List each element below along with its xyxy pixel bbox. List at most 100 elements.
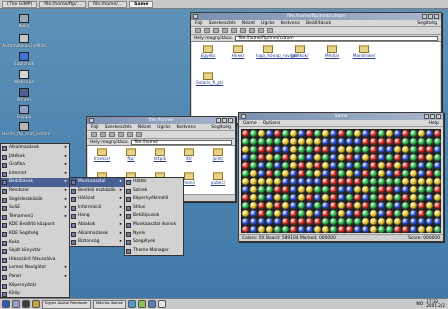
game-ball[interactable] [250,154,257,161]
game-ball[interactable] [362,154,369,161]
game-ball[interactable] [282,146,289,153]
game-ball[interactable] [290,226,297,233]
copy-icon[interactable] [240,28,246,33]
game-ball[interactable] [362,210,369,217]
reload-icon[interactable] [231,28,237,33]
game-ball[interactable] [298,226,305,233]
game-ball[interactable] [362,194,369,201]
up-icon[interactable] [195,28,201,33]
game-ball[interactable] [346,186,353,193]
menu-item[interactable]: Háttér [125,178,183,187]
game-ball[interactable] [378,218,385,225]
game-ball[interactable] [362,130,369,137]
game-ball[interactable] [354,146,361,153]
location-input[interactable]: file:/home/ftp/mnt/cdrom [235,35,438,41]
game-ball[interactable] [274,186,281,193]
game-ball[interactable] [346,226,353,233]
menu-item[interactable]: Hang ▸ [70,212,124,221]
game-ball[interactable] [370,138,377,145]
game-ball[interactable] [266,202,273,209]
menu-item[interactable]: Options [263,121,281,126]
game-ball[interactable] [274,138,281,145]
menu-item[interactable]: Fájl [195,21,203,26]
game-ball[interactable] [274,130,281,137]
menu-item[interactable]: Ablakok ▸ [70,221,124,230]
game-ball[interactable] [354,178,361,185]
game-ball[interactable] [386,170,393,177]
menu-item[interactable]: Színek [125,187,183,196]
help-menu[interactable]: Help [429,121,439,126]
game-ball[interactable] [242,178,249,185]
home-icon[interactable] [118,132,124,137]
game-ball[interactable] [338,210,345,217]
game-ball[interactable] [274,194,281,201]
game-ball[interactable] [282,194,289,201]
game-ball[interactable] [298,154,305,161]
taskbar-button[interactable]: file:/home/... [88,0,128,8]
game-ball[interactable] [322,194,329,201]
game-ball[interactable] [402,210,409,217]
game-ball[interactable] [322,218,329,225]
menu-item[interactable]: Theme Manager [125,247,183,256]
folder-item[interactable]: frankie/ [90,148,114,162]
game-ball[interactable] [298,170,305,177]
game-ball[interactable] [250,146,257,153]
menu-item[interactable]: Stílus [125,204,183,213]
terminal-icon[interactable] [22,300,30,308]
game-ball[interactable] [314,162,321,169]
game-ball[interactable] [338,154,345,161]
game-ball[interactable] [418,170,425,177]
game-ball[interactable] [354,138,361,145]
game-ball[interactable] [434,154,441,161]
game-ball[interactable] [258,210,265,217]
game-ball[interactable] [306,194,313,201]
game-ball[interactable] [314,202,321,209]
game-ball[interactable] [330,218,337,225]
game-ball[interactable] [258,130,265,137]
game-ball[interactable] [410,154,417,161]
game-ball[interactable] [306,170,313,177]
game-ball[interactable] [306,146,313,153]
game-ball[interactable] [434,178,441,185]
game-ball[interactable] [258,178,265,185]
game-ball[interactable] [290,130,297,137]
lock-icon[interactable] [32,300,40,308]
maximize-button[interactable] [428,14,433,19]
game-ball[interactable] [314,154,321,161]
game-ball[interactable] [290,154,297,161]
game-ball[interactable] [322,178,329,185]
game-ball[interactable] [274,162,281,169]
game-ball[interactable] [258,138,265,145]
game-ball[interactable] [250,226,257,233]
desktop-icon[interactable]: Printer [2,88,46,103]
game-ball[interactable] [242,130,249,137]
game-ball[interactable] [282,178,289,185]
game-ball[interactable] [378,130,385,137]
game-ball[interactable] [410,178,417,185]
game-ball[interactable] [434,218,441,225]
keyboard-indicator[interactable]: NO [416,302,423,307]
menu-item[interactable]: Rendszer ▸ [1,187,69,196]
game-ball[interactable] [306,162,313,169]
game-ball[interactable] [282,138,289,145]
game-ball[interactable] [338,138,345,145]
game-ball[interactable] [362,202,369,209]
game-ball[interactable] [410,138,417,145]
close-button[interactable] [228,118,233,123]
game-ball[interactable] [410,170,417,177]
kde-menu-icon[interactable] [2,300,10,308]
menu-item[interactable]: Grafika ▸ [1,161,69,170]
game-ball[interactable] [418,210,425,217]
game-ball[interactable] [370,210,377,217]
game-ball[interactable] [282,154,289,161]
game-ball[interactable] [258,202,265,209]
game-ball[interactable] [242,170,249,177]
game-ball[interactable] [346,218,353,225]
folder-item[interactable]: Egyéb/ [196,45,220,59]
game-ball[interactable] [322,202,329,209]
game-ball[interactable] [378,186,385,193]
menu-item[interactable]: Alkalmazások ▸ [1,144,69,153]
game-ball[interactable] [354,170,361,177]
game-ball[interactable] [386,146,393,153]
game-ball[interactable] [434,194,441,201]
